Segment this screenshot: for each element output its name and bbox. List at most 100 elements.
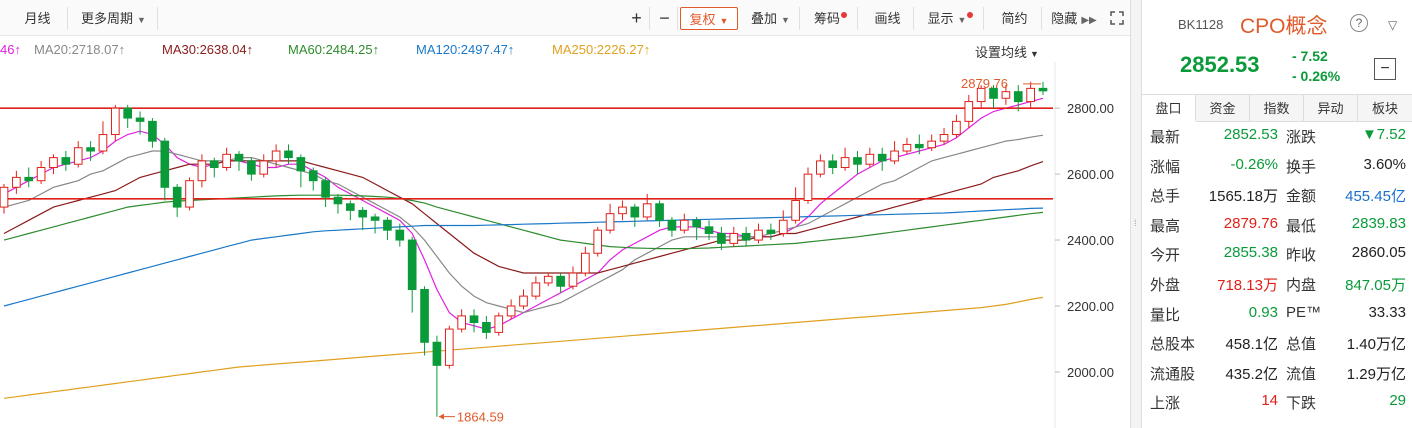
candle-body[interactable] bbox=[36, 167, 46, 182]
hide-button[interactable]: 隐藏 ▶▶ bbox=[1046, 7, 1102, 30]
candle-body[interactable] bbox=[964, 101, 974, 122]
overlay-dropdown[interactable]: 叠加 ▼ bbox=[742, 7, 800, 30]
candle-body[interactable] bbox=[12, 176, 21, 188]
candle-body[interactable] bbox=[853, 157, 862, 165]
collapse-icon[interactable]: ▽ bbox=[1388, 18, 1397, 32]
candle-body[interactable] bbox=[135, 117, 145, 122]
candle-body[interactable] bbox=[420, 289, 429, 343]
candle-body[interactable] bbox=[494, 315, 504, 333]
simple-mode-button[interactable]: 简约 bbox=[988, 7, 1042, 30]
candle-body[interactable] bbox=[1026, 87, 1035, 103]
candle-body[interactable] bbox=[531, 282, 541, 297]
candle-body[interactable] bbox=[791, 199, 800, 221]
candle-body[interactable] bbox=[568, 272, 578, 287]
candle-body[interactable] bbox=[952, 120, 961, 136]
candle-body[interactable] bbox=[766, 229, 776, 234]
candle-body[interactable] bbox=[172, 186, 182, 208]
candle-body[interactable] bbox=[679, 219, 689, 231]
help-icon[interactable]: ? bbox=[1350, 14, 1368, 32]
candle-body[interactable] bbox=[1001, 91, 1011, 99]
candle-body[interactable] bbox=[717, 232, 726, 244]
candle-body[interactable] bbox=[296, 157, 306, 172]
period-monthly-button[interactable]: 月线 bbox=[8, 7, 68, 30]
candle-body[interactable] bbox=[209, 160, 219, 169]
candle-body[interactable] bbox=[605, 213, 615, 231]
tab-zijin[interactable]: 资金 bbox=[1196, 95, 1250, 122]
candle-body[interactable] bbox=[543, 275, 553, 284]
candle-body[interactable] bbox=[0, 186, 9, 208]
candle-body[interactable] bbox=[816, 160, 825, 175]
candle-body[interactable] bbox=[444, 328, 454, 366]
resize-grip-icon[interactable]: ⁞ bbox=[1134, 218, 1137, 228]
candle-body[interactable] bbox=[110, 107, 120, 136]
candle-body[interactable] bbox=[754, 229, 763, 241]
candle-body[interactable] bbox=[482, 321, 491, 333]
candle-body[interactable] bbox=[98, 134, 108, 152]
candle-body[interactable] bbox=[358, 209, 368, 218]
panel-divider[interactable]: ⁞ bbox=[1130, 0, 1142, 428]
candle-body[interactable] bbox=[939, 134, 949, 142]
candle-body[interactable] bbox=[593, 229, 603, 254]
candle-body[interactable] bbox=[271, 150, 281, 162]
candle-body[interactable] bbox=[506, 305, 516, 317]
candle-body[interactable] bbox=[865, 153, 875, 165]
candle-body[interactable] bbox=[741, 232, 751, 241]
candle-body[interactable] bbox=[24, 176, 34, 182]
tab-yidong[interactable]: 异动 bbox=[1304, 95, 1358, 122]
candle-body[interactable] bbox=[1013, 91, 1023, 103]
candle-body[interactable] bbox=[308, 170, 318, 182]
candle-body[interactable] bbox=[185, 180, 194, 208]
display-dropdown[interactable]: 显示 ▼ bbox=[918, 7, 984, 30]
candle-body[interactable] bbox=[284, 150, 293, 159]
fuquan-dropdown[interactable]: 复权 ▼ bbox=[680, 7, 738, 30]
candle-body[interactable] bbox=[902, 143, 912, 152]
candle-body[interactable] bbox=[877, 153, 887, 162]
candle-body[interactable] bbox=[890, 150, 899, 162]
candle-body[interactable] bbox=[407, 239, 417, 291]
zoom-out-button[interactable]: − bbox=[652, 7, 678, 30]
candle-body[interactable] bbox=[197, 160, 207, 182]
candle-body[interactable] bbox=[432, 341, 442, 366]
candle-body[interactable] bbox=[160, 140, 170, 188]
remove-watchlist-button[interactable]: − bbox=[1374, 58, 1396, 80]
zoom-in-button[interactable]: + bbox=[624, 7, 650, 30]
candle-body[interactable] bbox=[803, 173, 813, 201]
kline-plot-area[interactable]: 2800.00 2600.00 2400.00 2200.00 2000.00 2879.… bbox=[0, 62, 1130, 428]
candle-body[interactable] bbox=[778, 219, 788, 234]
candle-body[interactable] bbox=[370, 216, 380, 221]
candle-body[interactable] bbox=[618, 206, 627, 215]
candle-body[interactable] bbox=[383, 219, 392, 231]
candle-body[interactable] bbox=[655, 203, 664, 221]
candle-body[interactable] bbox=[704, 226, 714, 234]
tab-zhishu[interactable]: 指数 bbox=[1250, 95, 1304, 122]
candle-body[interactable] bbox=[729, 232, 739, 244]
tab-pankou[interactable]: 盘口 bbox=[1142, 95, 1196, 122]
candle-body[interactable] bbox=[840, 157, 850, 169]
candle-body[interactable] bbox=[234, 153, 244, 162]
candle-body[interactable] bbox=[556, 275, 565, 287]
ma-settings-dropdown[interactable]: 设置均线 ▼ bbox=[975, 42, 1039, 61]
candle-body[interactable] bbox=[519, 295, 528, 307]
expand-icon[interactable] bbox=[1106, 7, 1128, 30]
candle-body[interactable] bbox=[73, 147, 83, 165]
draw-line-button[interactable]: 画线 bbox=[862, 7, 914, 30]
candle-body[interactable] bbox=[914, 143, 924, 149]
candle-body[interactable] bbox=[61, 157, 71, 165]
candle-body[interactable] bbox=[148, 120, 157, 142]
candle-body[interactable] bbox=[395, 229, 405, 241]
candle-body[interactable] bbox=[1038, 87, 1048, 92]
candle-body[interactable] bbox=[457, 315, 466, 330]
candle-body[interactable] bbox=[259, 160, 269, 175]
chips-button[interactable]: 筹码 bbox=[804, 7, 858, 30]
candle-body[interactable] bbox=[222, 153, 231, 169]
candle-body[interactable] bbox=[927, 140, 937, 149]
candle-body[interactable] bbox=[86, 147, 95, 152]
candle-body[interactable] bbox=[630, 206, 640, 218]
sector-name[interactable]: CPO概念 bbox=[1240, 10, 1328, 40]
candle-body[interactable] bbox=[692, 219, 702, 228]
kline-chart-panel[interactable]: 月线 更多周期 ▼ + − 复权 ▼ 叠加 ▼ 筹码 画线 显示 ▼ 简约 隐藏 ▶▶ 4… bbox=[0, 0, 1130, 428]
candle-body[interactable] bbox=[321, 180, 330, 198]
candle-body[interactable] bbox=[667, 219, 677, 231]
candle-body[interactable] bbox=[247, 160, 256, 175]
candle-body[interactable] bbox=[581, 252, 590, 274]
